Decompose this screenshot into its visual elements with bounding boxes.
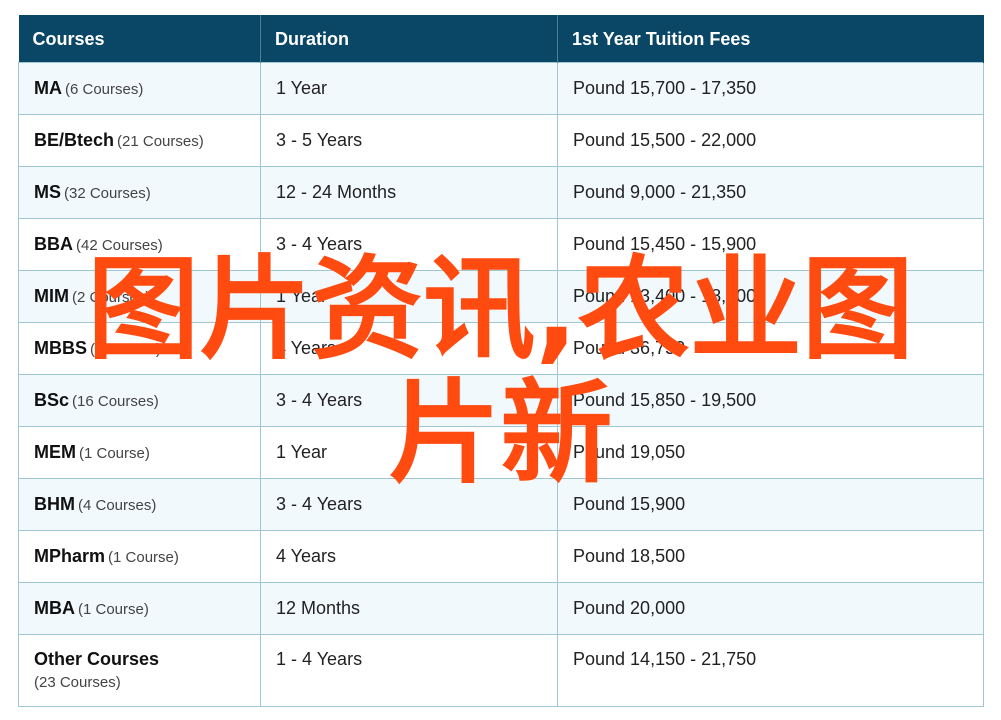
header-duration: Duration	[260, 15, 558, 63]
fee-cell: Pound 15,850 - 19,500	[557, 374, 984, 427]
course-count: (21 Courses)	[117, 133, 204, 150]
fee-cell: Pound 15,700 - 17,350	[557, 62, 984, 115]
course-count: (2 Courses)	[72, 289, 151, 306]
table-row: MPharm (1 Course) 4 Years Pound 18,500	[18, 530, 984, 583]
header-tuition-fees: 1st Year Tuition Fees	[557, 15, 984, 63]
course-name[interactable]: MEM	[34, 442, 76, 462]
duration-cell: 1 Year	[260, 426, 558, 479]
course-name[interactable]: MS	[34, 182, 61, 202]
duration-cell: 3 - 4 Years	[260, 218, 558, 271]
course-count: (42 Courses)	[76, 237, 163, 254]
tuition-fees-table: Courses Duration 1st Year Tuition Fees M…	[18, 15, 984, 707]
course-name[interactable]: MBA	[34, 598, 75, 618]
fee-cell: Pound 13,400 - 18,900	[557, 270, 984, 323]
course-cell: BE/Btech (21 Courses)	[18, 114, 261, 167]
fee-cell: Pound 15,500 - 22,000	[557, 114, 984, 167]
duration-cell: 1 Year	[260, 270, 558, 323]
duration-cell: 1 Year	[260, 62, 558, 115]
course-name[interactable]: MIM	[34, 286, 69, 306]
course-cell: Other Courses (23 Courses)	[18, 634, 261, 707]
duration-cell: 12 - 24 Months	[260, 166, 558, 219]
course-cell: MA (6 Courses)	[18, 62, 261, 115]
course-name[interactable]: BSc	[34, 390, 69, 410]
course-count: (32 Courses)	[64, 185, 151, 202]
course-name[interactable]: MPharm	[34, 546, 105, 566]
course-cell: MEM (1 Course)	[18, 426, 261, 479]
table-row: MA (6 Courses) 1 Year Pound 15,700 - 17,3…	[18, 62, 984, 115]
course-name[interactable]: MA	[34, 78, 62, 98]
fee-cell: Pound 9,000 - 21,350	[557, 166, 984, 219]
course-count: (4 Courses)	[78, 497, 157, 514]
table-row: MEM (1 Course) 1 Year Pound 19,050	[18, 426, 984, 479]
header-courses: Courses	[18, 15, 261, 63]
duration-cell: 4 Years	[260, 322, 558, 375]
table-row: MBBS (1 Course) 4 Years Pound 36,750	[18, 322, 984, 375]
duration-cell: 1 - 4 Years	[260, 634, 558, 707]
course-cell: MS (32 Courses)	[18, 166, 261, 219]
duration-cell: 12 Months	[260, 582, 558, 635]
course-cell: MIM (2 Courses)	[18, 270, 261, 323]
table-row: MBA (1 Course) 12 Months Pound 20,000	[18, 582, 984, 635]
course-name[interactable]: BE/Btech	[34, 130, 114, 150]
fee-cell: Pound 20,000	[557, 582, 984, 635]
course-cell: MBA (1 Course)	[18, 582, 261, 635]
course-name[interactable]: MBBS	[34, 338, 87, 358]
course-name[interactable]: BBA	[34, 234, 73, 254]
table-row: BE/Btech (21 Courses) 3 - 5 Years Pound 1…	[18, 114, 984, 167]
table-row: BHM (4 Courses) 3 - 4 Years Pound 15,900	[18, 478, 984, 531]
course-cell: BSc (16 Courses)	[18, 374, 261, 427]
course-count: (1 Course)	[90, 341, 161, 358]
course-cell: BBA (42 Courses)	[18, 218, 261, 271]
fee-cell: Pound 15,900	[557, 478, 984, 531]
fee-cell: Pound 15,450 - 15,900	[557, 218, 984, 271]
table-row: MIM (2 Courses) 1 Year Pound 13,400 - 18,…	[18, 270, 984, 323]
duration-cell: 4 Years	[260, 530, 558, 583]
course-count: (1 Course)	[108, 549, 179, 566]
table-row: BBA (42 Courses) 3 - 4 Years Pound 15,450…	[18, 218, 984, 271]
duration-cell: 3 - 5 Years	[260, 114, 558, 167]
fee-cell: Pound 18,500	[557, 530, 984, 583]
fee-cell: Pound 36,750	[557, 322, 984, 375]
fee-cell: Pound 14,150 - 21,750	[557, 634, 984, 707]
course-name[interactable]: Other Courses	[34, 649, 159, 669]
course-count: (6 Courses)	[65, 81, 144, 98]
table-row: MS (32 Courses) 12 - 24 Months Pound 9,00…	[18, 166, 984, 219]
table-row: Other Courses (23 Courses) 1 - 4 Years Po…	[18, 634, 984, 707]
course-cell: MPharm (1 Course)	[18, 530, 261, 583]
page: Courses Duration 1st Year Tuition Fees M…	[0, 0, 1001, 720]
course-count: (1 Course)	[79, 445, 150, 462]
fee-cell: Pound 19,050	[557, 426, 984, 479]
course-cell: MBBS (1 Course)	[18, 322, 261, 375]
table-header-row: Courses Duration 1st Year Tuition Fees	[18, 15, 984, 63]
course-count: (1 Course)	[78, 601, 149, 618]
table-row: BSc (16 Courses) 3 - 4 Years Pound 15,850…	[18, 374, 984, 427]
course-count: (16 Courses)	[72, 393, 159, 410]
course-count: (23 Courses)	[34, 674, 121, 691]
course-cell: BHM (4 Courses)	[18, 478, 261, 531]
course-name[interactable]: BHM	[34, 494, 75, 514]
duration-cell: 3 - 4 Years	[260, 478, 558, 531]
duration-cell: 3 - 4 Years	[260, 374, 558, 427]
